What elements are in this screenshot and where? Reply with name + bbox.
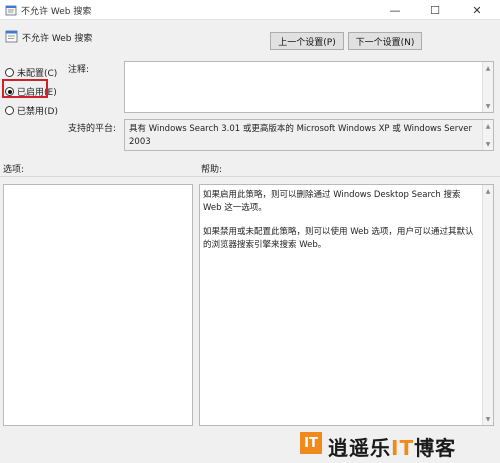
watermark-text-part1: 逍遥乐 xyxy=(328,436,391,460)
enabled-highlight-box xyxy=(2,79,48,98)
comment-scrollbar[interactable]: ▲ ▼ xyxy=(482,62,493,112)
scroll-down-icon[interactable]: ▼ xyxy=(483,100,493,112)
help-paragraph-1: 如果启用此策略，则可以删除通过 Windows Desktop Search 搜… xyxy=(203,190,461,213)
section-divider xyxy=(0,176,500,177)
scroll-down-icon[interactable]: ▼ xyxy=(483,138,493,150)
platform-textbox: 具有 Windows Search 3.01 或更高版本的 Microsoft … xyxy=(124,119,494,151)
watermark-logo: IT xyxy=(300,432,322,454)
close-button[interactable]: ✕ xyxy=(462,0,492,20)
policy-setting-icon xyxy=(5,30,18,43)
radio-label-not-configured: 未配置(C) xyxy=(17,69,58,79)
help-pane: 如果启用此策略，则可以删除通过 Windows Desktop Search 搜… xyxy=(199,184,494,426)
radio-circle[interactable] xyxy=(5,68,14,77)
help-paragraph-2: 如果禁用或未配置此策略，则可以使用 Web 选项，用户可以通过其默认的浏览器搜索… xyxy=(203,227,474,250)
help-text: 如果启用此策略，则可以删除通过 Windows Desktop Search 搜… xyxy=(203,189,475,263)
radio-circle[interactable] xyxy=(5,106,14,115)
platform-value: 具有 Windows Search 3.01 或更高版本的 Microsoft … xyxy=(129,124,472,147)
policy-name: 不允许 Web 搜索 xyxy=(22,34,93,44)
help-label: 帮助: xyxy=(201,165,223,175)
watermark-text: 逍遥乐IT博客 xyxy=(328,432,456,461)
radio-label-disabled: 已禁用(D) xyxy=(17,107,58,117)
comment-textbox[interactable]: ▲ ▼ xyxy=(124,61,494,113)
maximize-button[interactable]: ☐ xyxy=(420,0,450,20)
scroll-up-icon[interactable]: ▲ xyxy=(483,62,493,74)
radio-not-configured[interactable]: 未配置(C) xyxy=(5,66,57,79)
policy-window-icon xyxy=(5,4,17,16)
comment-label: 注释: xyxy=(68,65,90,75)
scroll-down-icon[interactable]: ▼ xyxy=(483,413,493,425)
close-icon: ✕ xyxy=(472,3,482,17)
platform-label: 支持的平台: xyxy=(68,124,117,134)
help-scrollbar[interactable]: ▲ ▼ xyxy=(482,185,493,425)
platform-scrollbar[interactable]: ▲ ▼ xyxy=(482,120,493,150)
previous-setting-button[interactable]: 上一个设置(P) xyxy=(270,32,344,50)
next-setting-button[interactable]: 下一个设置(N) xyxy=(348,32,422,50)
minimize-icon: — xyxy=(389,3,401,17)
options-pane xyxy=(3,184,193,426)
watermark-text-part3: 博客 xyxy=(414,436,457,460)
radio-disabled[interactable]: 已禁用(D) xyxy=(5,104,58,117)
options-label: 选项: xyxy=(3,165,25,175)
window-title: 不允许 Web 搜索 xyxy=(21,7,92,17)
scroll-up-icon[interactable]: ▲ xyxy=(483,185,493,197)
maximize-icon: ☐ xyxy=(430,3,440,17)
watermark-text-part2: IT xyxy=(391,436,415,460)
scroll-up-icon[interactable]: ▲ xyxy=(483,120,493,132)
minimize-button[interactable]: — xyxy=(380,0,410,20)
